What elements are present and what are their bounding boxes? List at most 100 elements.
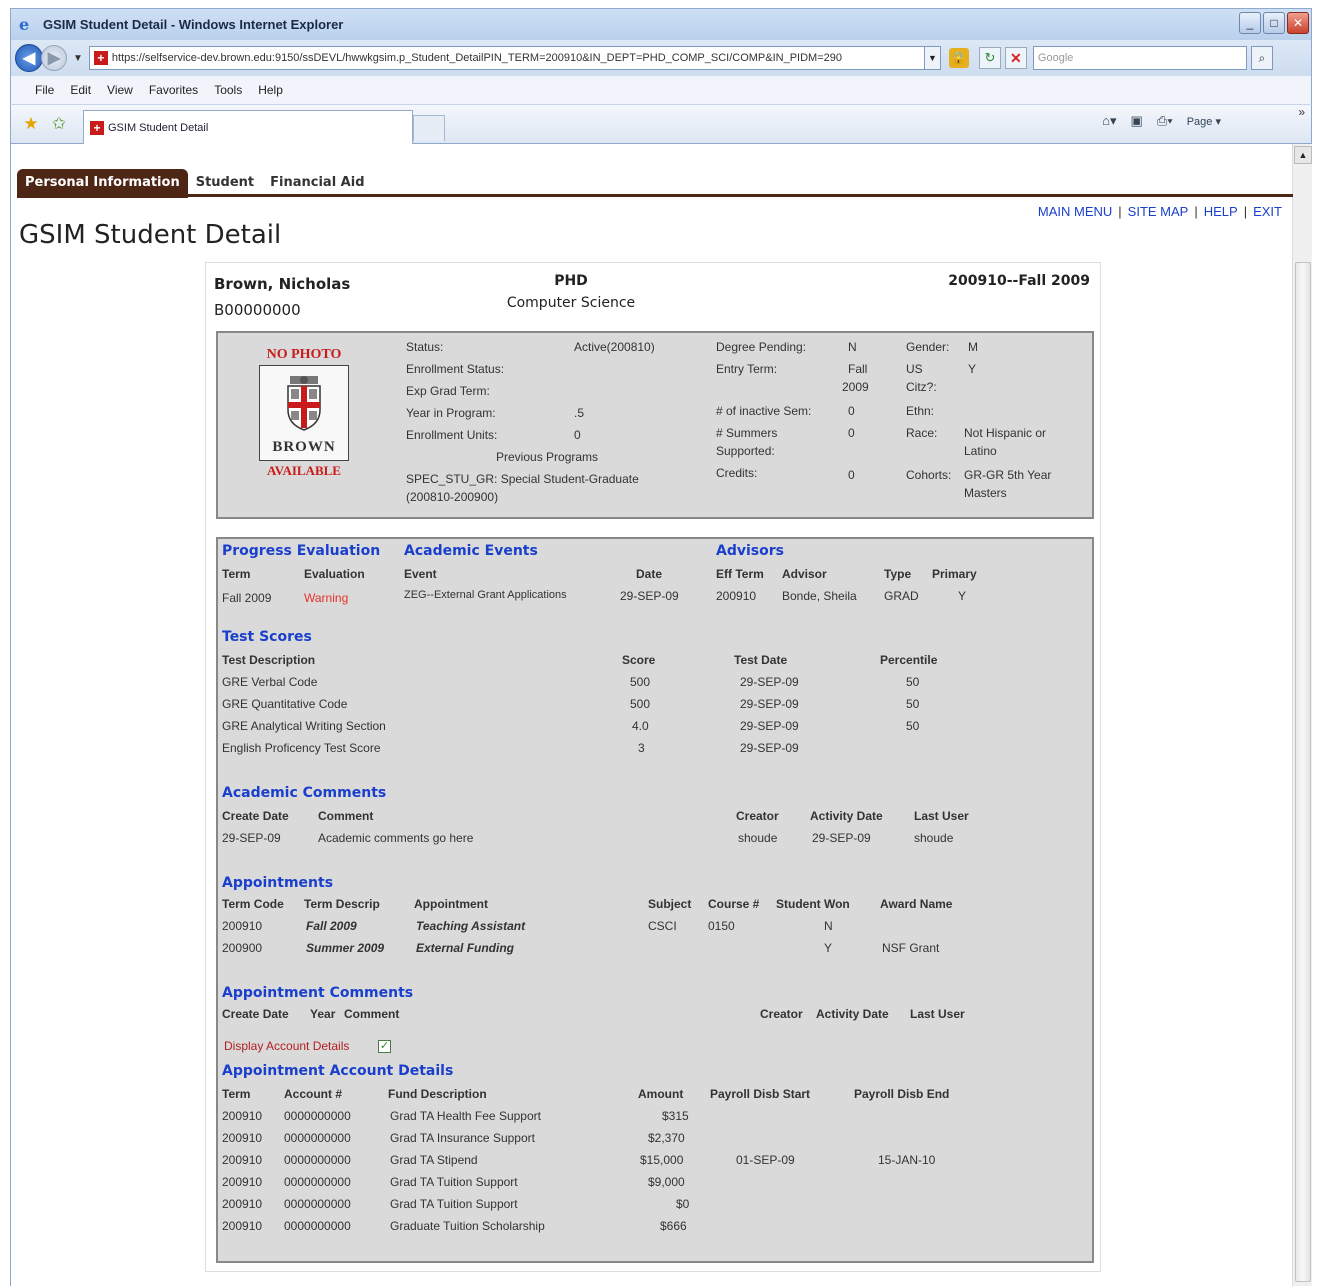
available-label: AVAILABLE: [267, 463, 341, 478]
address-bar: ◀ ▶ ▼ + https://selfservice-dev.brown.ed…: [10, 40, 1312, 76]
browser-tab-title: GSIM Student Detail: [108, 121, 209, 134]
comment-activity-date: 29-SEP-09: [812, 831, 871, 845]
test-date-header: Test Date: [734, 653, 788, 667]
student-id: B00000000: [214, 301, 301, 319]
progress-term: Fall 2009: [222, 591, 272, 605]
site-map-link[interactable]: SITE MAP: [1128, 204, 1189, 219]
close-window-button[interactable]: ✕: [1287, 12, 1309, 34]
acct-row-5-term: 200910: [222, 1197, 263, 1211]
exp-grad-term-label: Exp Grad Term:: [406, 384, 490, 398]
event-header: Event: [404, 567, 437, 581]
appt-student-won-header: Student Won: [776, 897, 850, 911]
previous-program-value: SPEC_STU_GR: Special Student-Graduate: [406, 472, 639, 486]
tab-divider: [17, 194, 1293, 197]
page-menu[interactable]: Page ▾: [1187, 115, 1221, 128]
url-text: https://selfservice-dev.brown.edu:9150/s…: [111, 52, 842, 64]
comment-create-date: 29-SEP-09: [222, 831, 281, 845]
stop-button[interactable]: ✕: [1004, 47, 1027, 69]
comment-last-user: shoude: [914, 831, 954, 845]
appt-comment-create-date-header: Create Date: [222, 1007, 289, 1021]
year-in-program-value: .5: [574, 406, 585, 420]
forward-button[interactable]: ▶: [41, 45, 67, 71]
display-account-details-label: Display Account Details: [224, 1039, 350, 1053]
appointments-heading: Appointments: [222, 875, 334, 891]
display-account-details-checkbox[interactable]: ✓: [378, 1040, 391, 1053]
browser-tab[interactable]: + GSIM Student Detail: [83, 110, 413, 144]
comment-last-user-header: Last User: [914, 809, 969, 823]
main-menu-link[interactable]: MAIN MENU: [1038, 204, 1112, 219]
acct-row-3-payroll-start: 01-SEP-09: [736, 1153, 795, 1167]
appt-subject-header: Subject: [648, 897, 692, 911]
student-card: Brown, Nicholas B00000000 PHD Computer S…: [205, 262, 1101, 1272]
home-icon[interactable]: ⌂▾: [1102, 113, 1116, 129]
acct-row-3-number: 0000000000: [284, 1153, 351, 1167]
comment-creator-header: Creator: [736, 809, 779, 823]
refresh-button[interactable]: ↻: [978, 47, 1001, 69]
url-dropdown-button[interactable]: ▼: [924, 46, 941, 70]
help-link[interactable]: HELP: [1204, 204, 1238, 219]
acct-row-1-number: 0000000000: [284, 1109, 351, 1123]
acct-row-4-amount: $9,000: [648, 1175, 685, 1189]
menu-view[interactable]: View: [107, 83, 133, 97]
inactive-sem-label: # of inactive Sem:: [716, 404, 812, 418]
recent-pages-dropdown[interactable]: ▼: [73, 53, 83, 64]
window-controls: _ □ ✕: [1239, 12, 1309, 34]
enrollment-status-label: Enrollment Status:: [406, 362, 505, 376]
menu-help[interactable]: Help: [258, 83, 283, 97]
summers-value: 0: [848, 426, 855, 440]
appt-row-1-term-descrip: Fall 2009: [306, 919, 357, 933]
ie-logo-icon: e: [19, 14, 30, 34]
race-value-2: Latino: [964, 444, 997, 458]
new-tab-button[interactable]: [413, 115, 445, 141]
credits-label: Credits:: [716, 466, 758, 480]
minimize-button[interactable]: _: [1239, 12, 1261, 34]
menu-favorites[interactable]: Favorites: [149, 83, 198, 97]
print-icon[interactable]: ⎙▾: [1157, 113, 1173, 129]
scroll-thumb[interactable]: [1295, 262, 1311, 1282]
page-title: GSIM Student Detail: [19, 220, 282, 250]
lock-icon[interactable]: 🔒: [948, 48, 969, 68]
appt-row-2-term-descrip: Summer 2009: [306, 941, 385, 955]
acct-row-4-term: 200910: [222, 1175, 263, 1189]
favorites-star-icon[interactable]: ★: [21, 114, 41, 134]
brown-logo-text: BROWN: [272, 439, 336, 455]
scroll-up-arrow-icon[interactable]: ▲: [1294, 146, 1312, 164]
menu-file[interactable]: File: [35, 83, 54, 97]
entry-term-label: Entry Term:: [716, 362, 778, 376]
menu-edit[interactable]: Edit: [70, 83, 91, 97]
appt-term-code-header: Term Code: [222, 897, 284, 911]
previous-programs-label: Previous Programs: [496, 450, 599, 464]
test-row-4-date: 29-SEP-09: [740, 741, 799, 755]
search-input[interactable]: Google: [1032, 46, 1247, 70]
no-photo-placeholder: NO PHOTO BROWN AVAILABLE: [254, 347, 354, 479]
page-viewport: ▲ Personal Information Student Financial…: [10, 144, 1312, 1286]
comment-create-date-header: Create Date: [222, 809, 289, 823]
feeds-icon[interactable]: ▣: [1131, 113, 1143, 129]
acct-row-6-amount: $666: [660, 1219, 687, 1233]
acct-payroll-end-header: Payroll Disb End: [854, 1087, 950, 1101]
appt-row-1-course: 0150: [708, 919, 735, 933]
acct-number-header: Account #: [284, 1087, 343, 1101]
test-row-3-percentile: 50: [906, 719, 920, 733]
appointment-account-details-heading: Appointment Account Details: [222, 1063, 454, 1079]
appt-row-1-term-code: 200910: [222, 919, 263, 933]
more-tools-chevron-icon[interactable]: »: [1298, 105, 1305, 119]
add-favorite-icon[interactable]: ✩: [49, 114, 69, 134]
exit-link[interactable]: EXIT: [1253, 204, 1282, 219]
maximize-button[interactable]: □: [1263, 12, 1285, 34]
window-title: GSIM Student Detail - Windows Internet E…: [43, 17, 344, 32]
status-panel: NO PHOTO BROWN AVAILABLE Status: Active(…: [216, 331, 1094, 519]
url-input[interactable]: + https://selfservice-dev.brown.edu:9150…: [88, 46, 925, 70]
advisor-primary: Y: [958, 589, 967, 603]
menu-tools[interactable]: Tools: [214, 83, 242, 97]
page-menu-label: Page: [1186, 115, 1213, 128]
progress-term-header: Term: [222, 567, 251, 581]
search-button[interactable]: ⌕: [1250, 46, 1273, 70]
back-button[interactable]: ◀: [15, 44, 43, 72]
comment-text: Academic comments go here: [318, 831, 474, 845]
window-titlebar: e GSIM Student Detail - Windows Internet…: [10, 8, 1312, 40]
gender-value: M: [968, 340, 978, 354]
test-percentile-header: Percentile: [880, 653, 938, 667]
test-score-header: Score: [622, 653, 656, 667]
vertical-scrollbar[interactable]: ▲: [1292, 144, 1312, 1286]
